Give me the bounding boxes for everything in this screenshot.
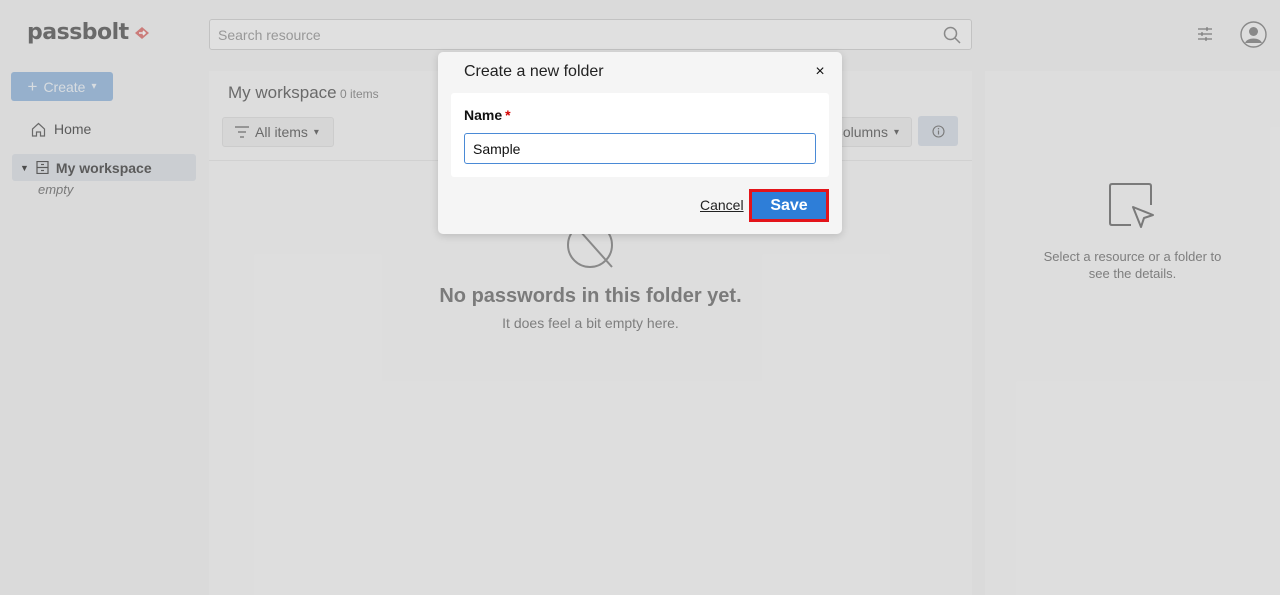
dialog-title: Create a new folder bbox=[464, 63, 604, 80]
cancel-button[interactable]: Cancel bbox=[700, 197, 744, 213]
folder-name-input[interactable] bbox=[464, 133, 816, 164]
name-label-text: Name bbox=[464, 107, 503, 123]
close-icon[interactable]: × bbox=[812, 63, 828, 80]
dialog-form: Name * bbox=[451, 93, 829, 177]
save-button[interactable]: Save bbox=[749, 189, 829, 222]
name-field-label: Name * bbox=[464, 107, 511, 123]
create-folder-dialog: Create a new folder × Name* Cancel Save bbox=[438, 52, 842, 234]
required-marker: * bbox=[505, 107, 511, 123]
